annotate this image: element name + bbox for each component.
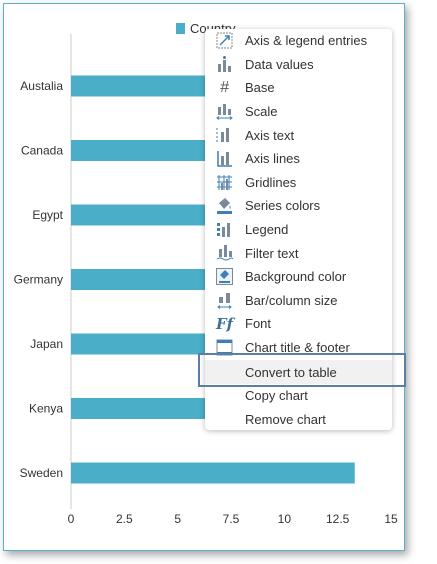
category-label: Sweden: [20, 466, 63, 480]
menu-item-background-color[interactable]: Background color: [205, 265, 392, 289]
menu-item-data-values[interactable]: Data values: [205, 53, 392, 77]
category-label: Austalia: [20, 79, 63, 93]
x-tick-label: 7.5: [223, 512, 240, 526]
menu-item-label: Gridlines: [245, 174, 297, 190]
category-label: Canada: [21, 144, 63, 158]
menu-item-label: Background color: [245, 269, 347, 285]
menu-item-label: Legend: [245, 222, 289, 238]
axis-text-icon: [215, 125, 234, 144]
menu-item-label: Axis lines: [245, 151, 300, 167]
axis-lines-icon: [215, 149, 234, 168]
menu-item-label: Scale: [245, 104, 278, 120]
menu-item-label: Axis & legend entries: [245, 33, 368, 49]
menu-item-scale[interactable]: Scale: [205, 100, 392, 124]
gridlines-icon: [215, 173, 234, 192]
data-values-icon: [215, 55, 234, 74]
category-label: Japan: [30, 337, 63, 351]
menu-item-axis-lines[interactable]: Axis lines: [205, 147, 392, 171]
menu-item-remove-chart[interactable]: Remove chart: [205, 408, 392, 432]
category-label: Egypt: [32, 208, 63, 222]
menu-item-filter-text[interactable]: Filter text: [205, 241, 392, 265]
menu-item-label: Remove chart: [245, 411, 326, 427]
menu-item-label: Font: [245, 316, 272, 332]
x-tick-label: 0: [68, 512, 75, 526]
menu-item-legend[interactable]: Legend: [205, 218, 392, 242]
menu-item-copy-chart[interactable]: Copy chart: [205, 384, 392, 408]
series-colors-icon: [215, 196, 234, 215]
x-tick-label: 10: [278, 512, 292, 526]
bar: [71, 462, 355, 484]
menu-item-label: Data values: [245, 56, 314, 72]
menu-item-bar-column-size[interactable]: Bar/column size: [205, 289, 392, 313]
menu-item-axis-text[interactable]: Axis text: [205, 123, 392, 147]
menu-item-label: Axis text: [245, 127, 295, 143]
menu-item-label: Base: [245, 80, 275, 96]
menu-item-label: Bar/column size: [245, 292, 338, 308]
menu-item-axis-legend-entries[interactable]: Axis & legend entries: [205, 29, 392, 53]
menu-item-font[interactable]: Ff Font: [205, 312, 392, 336]
menu-item-gridlines[interactable]: Gridlines: [205, 171, 392, 195]
menu-item-label: Filter text: [245, 245, 299, 261]
background-color-icon: [215, 267, 234, 286]
bar-column-size-icon: [215, 291, 234, 310]
menu-item-series-colors[interactable]: Series colors: [205, 194, 392, 218]
axis-legend-entries-icon: [215, 31, 234, 50]
focus-highlight: [198, 353, 406, 387]
x-tick-label: 12.5: [326, 512, 350, 526]
legend-swatch: [176, 23, 185, 34]
scale-icon: [215, 102, 234, 121]
category-label: Germany: [14, 273, 63, 287]
menu-item-label: Copy chart: [245, 388, 308, 404]
base-icon: #: [220, 78, 229, 96]
x-tick-label: 2.5: [116, 512, 133, 526]
menu-item-base[interactable]: # Base: [205, 76, 392, 100]
category-label: Kenya: [29, 402, 63, 416]
menu-item-label: Series colors: [245, 198, 321, 214]
x-tick-label: 15: [384, 512, 398, 526]
legend-icon: [215, 220, 234, 239]
filter-text-icon: [215, 243, 234, 262]
font-icon: Ff: [215, 314, 234, 333]
x-tick-label: 5: [174, 512, 181, 526]
